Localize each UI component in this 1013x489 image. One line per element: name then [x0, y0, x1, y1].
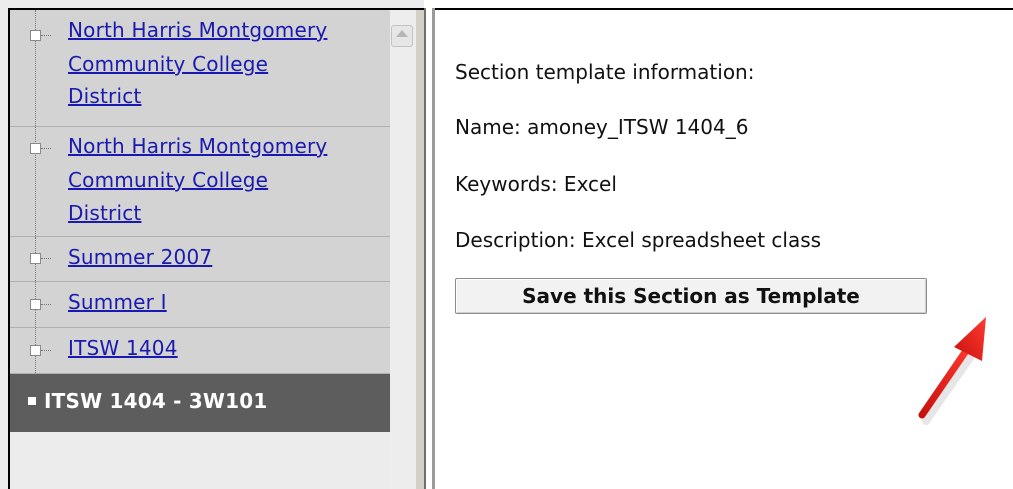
tree-node-checkbox-icon[interactable]: [30, 253, 41, 264]
frame-border: [416, 10, 424, 489]
frame-border: [424, 8, 426, 489]
tree-item-label[interactable]: Community College: [68, 50, 268, 78]
tree-item-label[interactable]: Community College: [68, 166, 268, 194]
tree-connector: [41, 35, 51, 36]
selected-node-icon: [28, 397, 36, 405]
tree-connector: [41, 350, 51, 351]
selected-section-label: ITSW 1404 - 3W101: [44, 389, 268, 413]
tree-item-label[interactable]: Summer 2007: [68, 243, 212, 271]
tree-item-label[interactable]: District: [68, 82, 141, 110]
tree-connector: [41, 258, 51, 259]
annotation-arrow-icon: [918, 317, 986, 425]
tree-item-label[interactable]: North Harris Montgomery: [68, 16, 327, 44]
tree-scrollbar[interactable]: [390, 10, 416, 489]
tree-item-institution[interactable]: North Harris Montgomery Community Colleg…: [10, 10, 390, 127]
tree-item-label[interactable]: North Harris Montgomery: [68, 132, 327, 160]
tree-item-course[interactable]: ITSW 1404: [10, 328, 390, 374]
tree-connector: [41, 304, 51, 305]
navigation-frame: North Harris Montgomery Community Colleg…: [0, 0, 426, 489]
tree-node-checkbox-icon[interactable]: [30, 299, 41, 310]
template-name: Name: amoney_ITSW 1404_6: [455, 115, 749, 139]
tree-item-label[interactable]: Summer I: [68, 288, 167, 316]
scroll-up-button[interactable]: [391, 25, 413, 47]
template-description: Description: Excel spreadsheet class: [455, 228, 822, 252]
frame-border: [432, 8, 1013, 10]
save-section-as-template-button[interactable]: Save this Section as Template: [455, 278, 927, 314]
tree-connector: [41, 148, 51, 149]
tree-item-selected-section[interactable]: ITSW 1404 - 3W101: [10, 374, 390, 432]
section-tree: North Harris Montgomery Community Colleg…: [10, 10, 390, 489]
tree-node-checkbox-icon[interactable]: [30, 30, 41, 41]
content-frame: Section template information: Name: amon…: [432, 0, 1013, 489]
tree-item-label[interactable]: ITSW 1404: [68, 334, 178, 362]
tree-item-term[interactable]: Summer 2007: [10, 237, 390, 282]
tree-node-checkbox-icon[interactable]: [30, 143, 41, 154]
tree-item-session[interactable]: Summer I: [10, 282, 390, 328]
tree-item-district[interactable]: North Harris Montgomery Community Colleg…: [10, 127, 390, 237]
tree-connector: [35, 10, 36, 126]
tree-item-label[interactable]: District: [68, 199, 141, 227]
template-keywords: Keywords: Excel: [455, 172, 617, 196]
tree-empty-area: [10, 432, 390, 489]
frame-border: [432, 8, 435, 489]
scroll-up-arrow-icon: [396, 30, 408, 37]
section-info-heading: Section template information:: [455, 60, 755, 84]
tree-node-checkbox-icon[interactable]: [30, 345, 41, 356]
